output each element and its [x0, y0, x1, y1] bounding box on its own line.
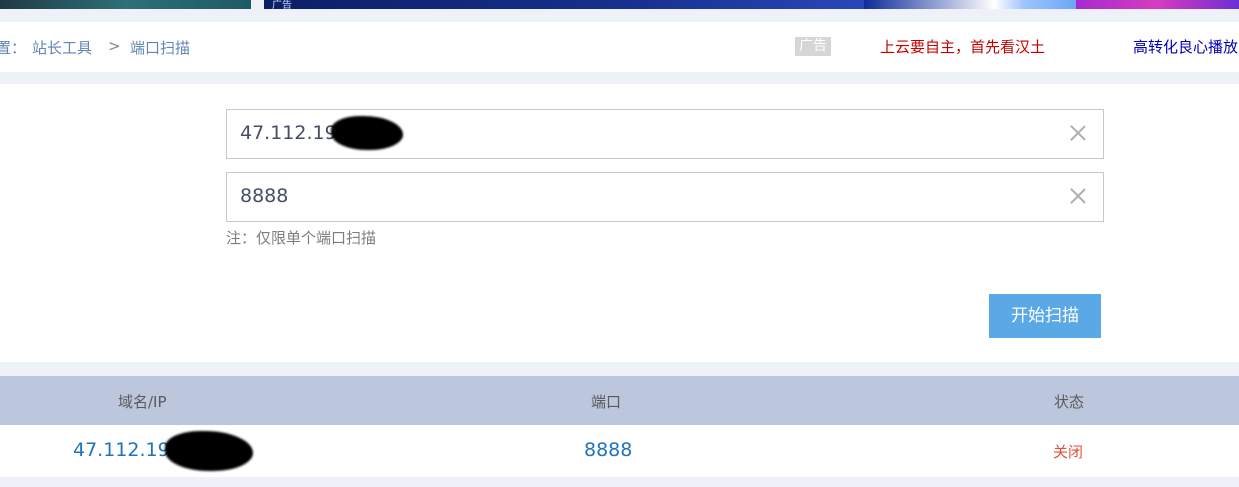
- port-note: 注：仅限单个端口扫描: [226, 229, 377, 247]
- clear-host-icon[interactable]: [1067, 122, 1089, 144]
- breadcrumb-prefix: 置：: [0, 39, 27, 57]
- breadcrumb-port-scan[interactable]: 端口扫描: [130, 37, 190, 58]
- breadcrumb: 置： 站长工具 > 端口扫描 广告 上云要自主，首先看汉土 高转化良心播放: [0, 22, 1239, 72]
- redaction-mark: [165, 431, 253, 471]
- row-domain[interactable]: 47.112.19: [73, 439, 170, 461]
- row-status: 关闭: [1053, 443, 1084, 461]
- header-status: 状态: [1054, 393, 1085, 411]
- banner-ad-left[interactable]: [0, 0, 251, 9]
- port-input-value: 8888: [240, 185, 289, 207]
- header-domain-ip: 域名/IP: [118, 393, 167, 411]
- redaction-mark: [331, 116, 403, 150]
- row-port[interactable]: 8888: [584, 439, 632, 461]
- scan-form-panel: 47.112.19 8888 注：仅限单个端口扫描 开始扫描: [0, 84, 1239, 362]
- banner-ad-center[interactable]: 广告: [264, 0, 1154, 11]
- banner-ad-tag: 广告: [272, 0, 292, 11]
- ad-link-red[interactable]: 上云要自主，首先看汉土: [880, 36, 1045, 57]
- results-table: 域名/IP 端口 状态 47.112.19 8888 关闭: [0, 376, 1239, 477]
- ad-link-blue[interactable]: 高转化良心播放: [1133, 36, 1238, 57]
- port-input[interactable]: 8888: [226, 172, 1104, 222]
- breadcrumb-separator: >: [108, 37, 121, 55]
- host-input-value: 47.112.19: [240, 122, 337, 144]
- top-ad-banner[interactable]: 广告: [0, 0, 1239, 11]
- breadcrumb-site-tools[interactable]: 站长工具: [32, 37, 92, 58]
- table-row: 47.112.19 8888 关闭: [0, 425, 1239, 477]
- host-input[interactable]: 47.112.19: [226, 109, 1104, 159]
- ad-badge: 广告: [795, 37, 831, 56]
- clear-port-icon[interactable]: [1067, 185, 1089, 207]
- banner-ad-right[interactable]: [1076, 0, 1239, 9]
- table-header: 域名/IP 端口 状态: [0, 376, 1239, 425]
- header-port: 端口: [591, 393, 622, 411]
- start-scan-button[interactable]: 开始扫描: [989, 294, 1101, 338]
